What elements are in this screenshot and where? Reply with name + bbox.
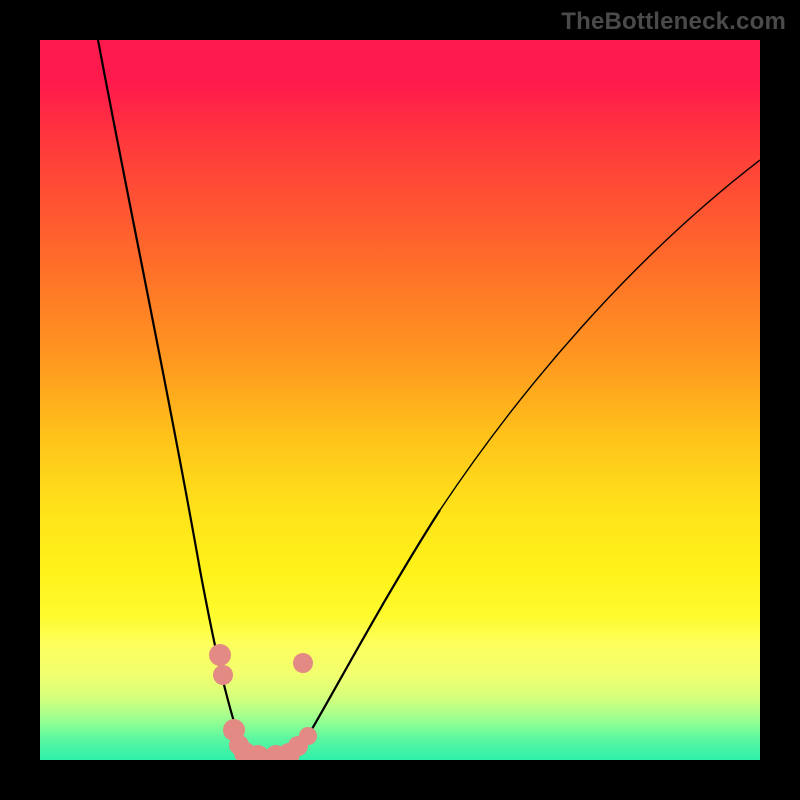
marker-dot [213, 665, 233, 685]
watermark-text: TheBottleneck.com [561, 8, 786, 36]
marker-dot [293, 653, 313, 673]
right-curve-upper [440, 160, 760, 510]
chart-frame: TheBottleneck.com [0, 0, 800, 800]
plot-area [40, 40, 760, 760]
right-curve-lower [294, 510, 440, 758]
curve-overlay [40, 40, 760, 760]
marker-dot [299, 727, 317, 745]
marker-dot [209, 644, 231, 666]
